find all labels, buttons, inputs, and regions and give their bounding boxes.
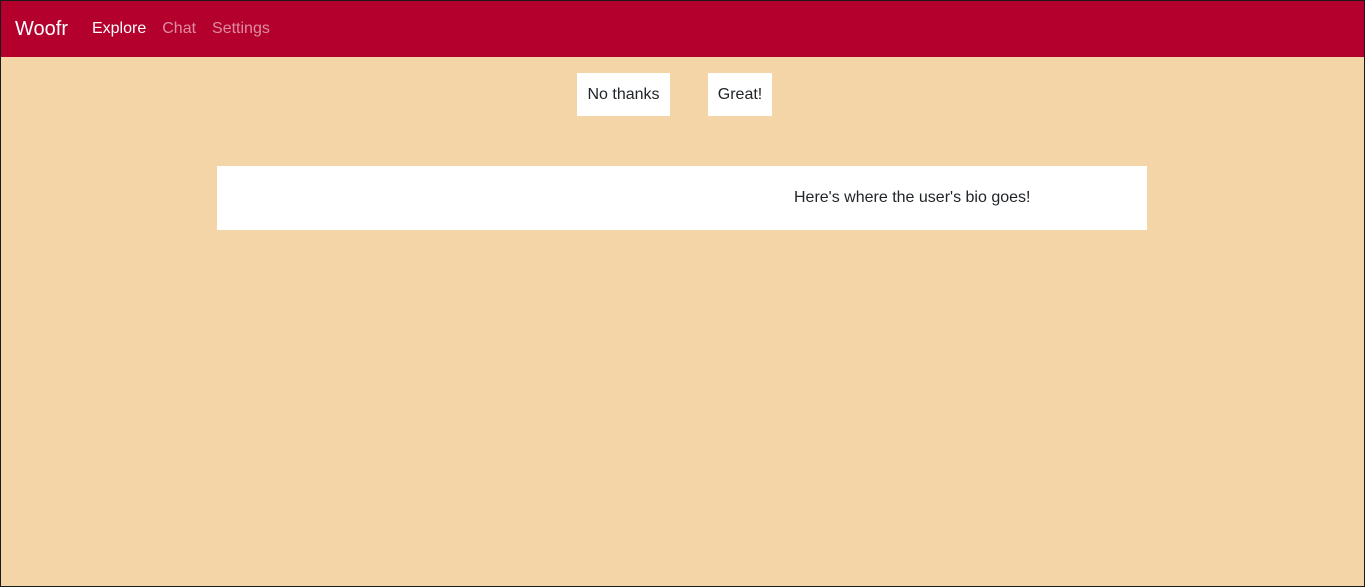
nav-link-chat[interactable]: Chat [162, 20, 196, 38]
user-bio-text: Here's where the user's bio goes! [794, 189, 1031, 206]
nav-link-explore[interactable]: Explore [92, 20, 146, 38]
bio-card: Here's where the user's bio goes! [217, 166, 1147, 230]
great-button[interactable]: Great! [708, 73, 772, 116]
navbar: Woofr Explore Chat Settings [1, 1, 1364, 57]
brand-logo[interactable]: Woofr [15, 18, 68, 41]
nav-link-settings[interactable]: Settings [212, 20, 270, 38]
no-thanks-button[interactable]: No thanks [577, 73, 670, 116]
